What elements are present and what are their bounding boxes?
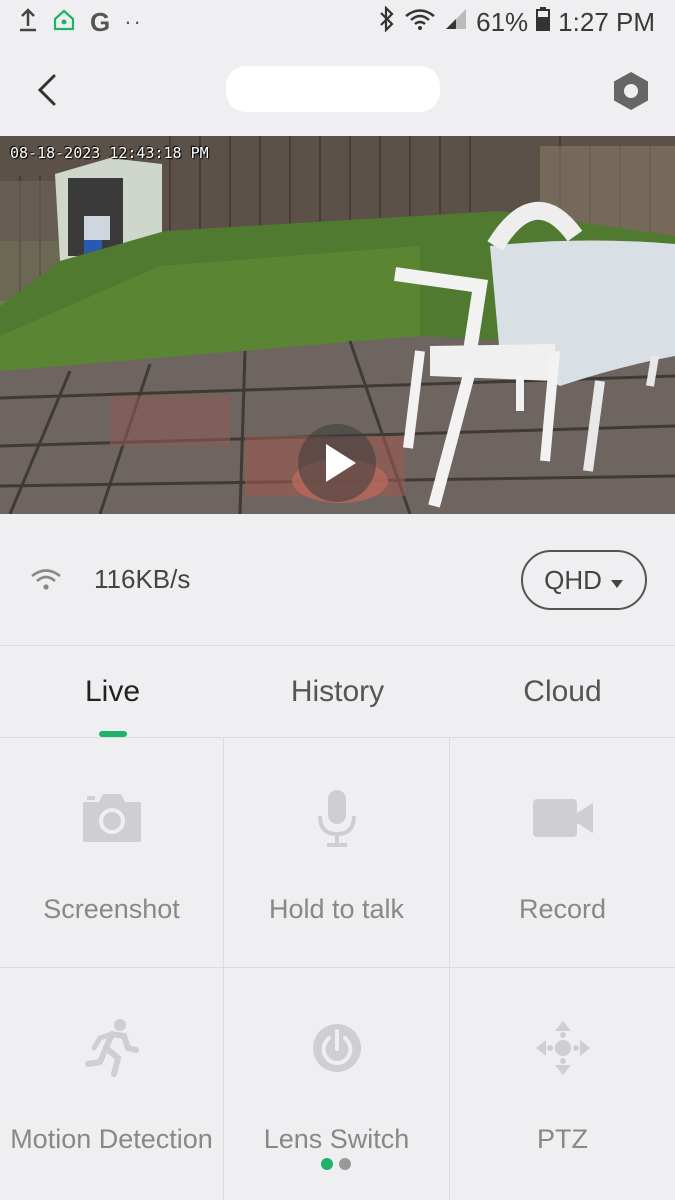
hold-to-talk-label: Hold to talk [268, 894, 405, 924]
battery-icon [536, 6, 551, 38]
wifi-signal-icon [30, 566, 62, 597]
tab-cloud[interactable]: Cloud [450, 646, 675, 737]
page-dot-1 [321, 1158, 333, 1170]
page-dot-2 [339, 1158, 351, 1170]
page-indicator [321, 1158, 351, 1170]
quality-value: QHD [544, 564, 602, 595]
motion-detection-label: Motion Detection [10, 1124, 213, 1154]
app-header [0, 44, 675, 136]
stream-info-bar: 116KB/s QHD [0, 514, 675, 646]
video-timestamp: 08-18-2023 12:43:18 PM [10, 144, 209, 162]
google-icon: G [90, 6, 111, 37]
record-button[interactable]: Record [450, 738, 675, 968]
screenshot-label: Screenshot [43, 894, 180, 924]
direction-pad-icon [534, 1018, 592, 1078]
microphone-icon [315, 788, 359, 848]
bitrate-readout: 116KB/s [94, 564, 191, 594]
ptz-button[interactable]: PTZ [450, 968, 675, 1200]
wifi-status-icon [404, 7, 436, 38]
tab-live[interactable]: Live [0, 646, 225, 737]
play-icon[interactable] [298, 424, 376, 502]
camera-icon [81, 788, 143, 848]
controls-grid: Screenshot Hold to talk Record Motion De… [0, 738, 675, 1200]
screenshot-button[interactable]: Screenshot [0, 738, 224, 968]
status-bar: G ·· 61% 1:27 PM [0, 0, 675, 44]
settings-hexagon-icon[interactable] [608, 68, 654, 114]
back-chevron-icon[interactable] [30, 70, 70, 110]
quality-selector[interactable]: QHD [521, 550, 647, 610]
hold-to-talk-button[interactable]: Hold to talk [224, 738, 450, 968]
motion-detection-button[interactable]: Motion Detection [0, 968, 224, 1200]
video-camera-icon [531, 788, 595, 848]
camera-live-view[interactable]: 08-18-2023 12:43:18 PM [0, 136, 675, 514]
record-label: Record [518, 894, 607, 924]
more-dots-icon: ·· [124, 9, 143, 34]
view-tabs: Live History Cloud [0, 646, 675, 738]
lens-switch-label: Lens Switch [263, 1124, 410, 1154]
power-icon [312, 1018, 362, 1078]
ptz-label: PTZ [537, 1124, 588, 1154]
redacted-device-name [226, 66, 440, 112]
tab-history[interactable]: History [225, 646, 450, 737]
running-person-icon [84, 1018, 140, 1078]
home-icon [52, 8, 76, 37]
signal-icon [444, 7, 468, 38]
bluetooth-icon [378, 4, 396, 39]
dropdown-triangle-icon [610, 565, 624, 596]
clock: 1:27 PM [558, 6, 655, 37]
upload-icon [18, 7, 38, 37]
battery-percent: 61% [476, 6, 529, 37]
